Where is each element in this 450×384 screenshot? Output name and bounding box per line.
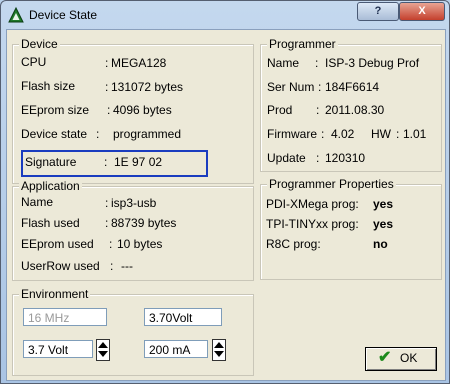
programmer-group: Programmer Name : ISP-3 Debug Prof Ser N… [260,37,442,172]
tpi-tinyxx-label: TPI-TINYxx prog: [266,217,359,231]
ser-num-value: 184F6614 [325,80,380,94]
cpu-value: MEGA128 [111,56,167,70]
voltage-up-arrow-icon[interactable] [98,342,108,348]
pdi-xmega-label: PDI-XMega prog: [266,197,359,211]
hw-sep: : [396,127,400,141]
update-label: Update [267,151,306,165]
app-name-sep: : [105,196,109,210]
eeprom-used-value: 10 bytes [117,237,163,251]
firmware-sep: : [321,127,325,141]
userrow-used-label: UserRow used [21,259,100,273]
signature-value: 1E 97 02 [114,155,163,169]
prog-name-label: Name [267,56,300,70]
prod-label: Prod [267,103,293,117]
close-icon: X [418,5,426,17]
device-state-value: programmed [113,127,182,141]
firmware-label: Firmware [267,127,317,141]
prod-sep: : [316,103,320,117]
device-group: Device CPU : MEGA128 Flash size : 131072… [12,37,254,184]
device-legend: Device [19,37,60,51]
current-up-arrow-icon[interactable] [214,342,224,348]
device-state-window: Device State ? X Device CPU : MEGA128 Fl… [0,0,450,384]
programmer-legend: Programmer [267,37,338,51]
flash-size-sep: : [105,80,109,94]
signature-label: Signature [25,155,77,169]
r8c-label: R8C prog: [266,237,321,251]
eeprom-size-sep: : [107,103,111,117]
application-group: Application Name : isp3-usb Flash used :… [12,179,254,281]
cpu-label: CPU [21,55,47,69]
prog-name-sep: : [315,56,319,70]
device-state-sep: : [96,127,100,141]
flash-size-value: 131072 bytes [111,80,184,94]
signature-sep: : [104,155,108,169]
pdi-xmega-value: yes [373,197,394,211]
prod-value: 2011.08.30 [325,103,385,117]
app-name-label: Name [21,195,54,209]
signature-highlight: Signature : 1E 97 02 [21,150,208,177]
r8c-value: no [373,237,388,251]
device-state-label: Device state [21,127,88,141]
cpu-sep: : [105,56,109,70]
application-legend: Application [19,179,82,193]
ok-button[interactable]: ✔ OK [365,347,437,371]
voltage-setting: 3.7 Volt [23,340,93,358]
current-down-arrow-icon[interactable] [214,351,224,357]
flash-used-value: 88739 bytes [111,216,177,230]
userrow-used-value: --- [121,259,133,273]
voltage-down-arrow-icon[interactable] [98,351,108,357]
flash-used-sep: : [105,216,109,230]
prog-name-value: ISP-3 Debug Prof [325,56,420,70]
title-bar[interactable]: Device State ? X [1,1,449,29]
window-title: Device State [29,8,98,22]
flash-size-label: Flash size [21,79,76,93]
eeprom-used-label: EEprom used [21,237,94,251]
environment-legend: Environment [19,287,91,301]
tpi-tinyxx-value: yes [373,217,394,231]
voltage-field[interactable]: 3.70Volt [144,308,222,326]
app-icon [8,6,24,23]
frequency-field: 16 MHz [23,308,107,326]
programmer-properties-group: Programmer Properties PDI-XMega prog: ye… [260,177,442,280]
eeprom-used-sep: : [109,237,113,251]
ok-label: OK [400,351,418,365]
hw-value: 1.01 [403,127,427,141]
userrow-used-sep: : [110,259,114,273]
close-button[interactable]: X [399,2,445,21]
update-value: 120310 [325,151,366,165]
current-stepper[interactable] [212,339,226,361]
app-name-value: isp3-usb [111,196,157,210]
hw-label: HW [371,127,391,141]
flash-used-label: Flash used [21,216,80,230]
help-icon: ? [374,5,382,17]
dialog-client-area: Device CPU : MEGA128 Flash size : 131072… [6,29,446,381]
voltage-stepper[interactable] [96,339,110,361]
update-sep: : [316,151,320,165]
help-button[interactable]: ? [357,2,399,21]
eeprom-size-label: EEprom size [21,103,90,117]
environment-group: Environment 16 MHz 3.70Volt 3.7 Volt 200… [12,287,254,376]
checkmark-icon: ✔ [378,349,392,366]
eeprom-size-value: 4096 bytes [113,103,172,117]
programmer-properties-legend: Programmer Properties [267,177,396,191]
current-setting: 200 mA [144,340,208,358]
ser-num-sep: : [318,80,322,94]
firmware-value: 4.02 [331,127,355,141]
ser-num-label: Ser Num [267,80,315,94]
